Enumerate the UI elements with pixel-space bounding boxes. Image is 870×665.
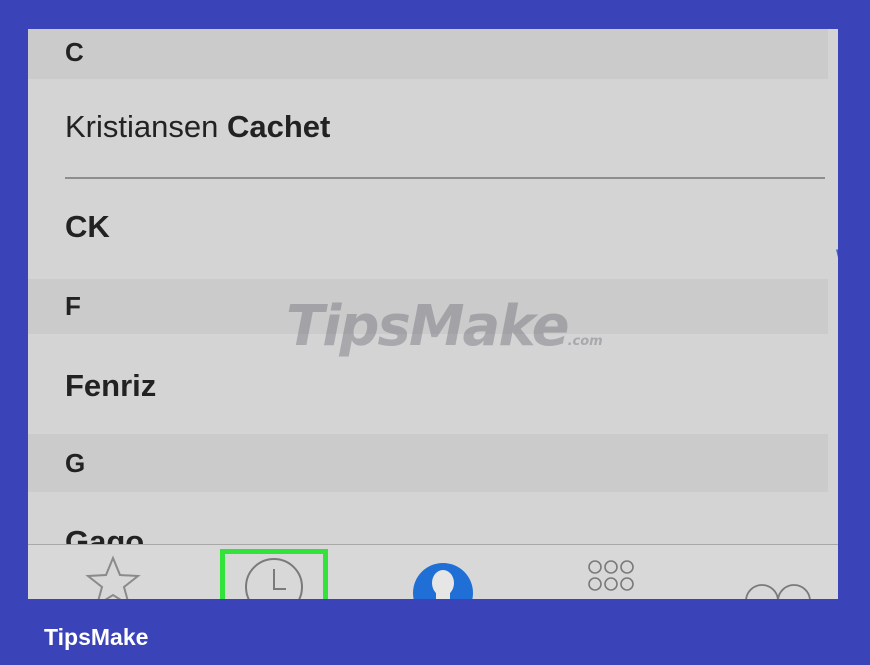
brand-label: TipsMake	[44, 624, 149, 650]
index-letter[interactable]: T	[834, 151, 838, 182]
section-label: G	[65, 448, 86, 478]
person-icon	[413, 563, 473, 599]
watermark-text: TipsMake	[286, 294, 570, 359]
index-letter[interactable]: Z	[834, 334, 838, 365]
index-letter[interactable]: V	[834, 212, 838, 243]
list-item[interactable]: CK	[28, 179, 828, 279]
tab-contacts[interactable]	[398, 545, 488, 599]
contact-name: Kristiansen Cachet	[65, 109, 330, 145]
contact-name: Fenriz	[65, 368, 157, 403]
tab-keypad[interactable]	[573, 545, 653, 599]
tab-bar	[28, 544, 838, 599]
list-item[interactable]: Kristiansen Cachet	[28, 79, 828, 177]
highlight-box	[220, 549, 328, 599]
index-letter[interactable]: X	[834, 273, 838, 304]
phone-screen: C Kristiansen Cachet CK F Fenriz G Gago	[28, 29, 838, 599]
image-frame: C Kristiansen Cachet CK F Fenriz G Gago	[0, 0, 870, 665]
index-letter[interactable]: W	[834, 243, 838, 274]
contact-last-name: Cachet	[226, 109, 331, 144]
watermark-suffix: .com	[567, 334, 603, 349]
index-letter[interactable]: Y	[834, 304, 838, 335]
contacts-list[interactable]: C Kristiansen Cachet CK F Fenriz G Gago	[28, 29, 828, 559]
keypad-icon	[588, 560, 634, 591]
tab-voicemail[interactable]	[733, 545, 823, 599]
alphabet-index[interactable]: P Q R S T U V W X Y Z #	[834, 29, 838, 395]
index-letter[interactable]: Q	[834, 60, 839, 91]
section-label: F	[65, 291, 81, 321]
index-letter[interactable]: #	[834, 365, 838, 396]
contact-name: CK	[65, 209, 110, 244]
section-label: C	[65, 37, 84, 67]
tab-favorites[interactable]	[68, 545, 158, 599]
index-letter[interactable]: U	[834, 182, 838, 213]
watermark: TipsMake.com	[286, 294, 603, 359]
index-letter[interactable]: P	[834, 29, 838, 60]
contact-first-name: Kristiansen	[65, 109, 227, 144]
voicemail-icon	[745, 584, 811, 599]
index-letter[interactable]: S	[834, 121, 838, 152]
index-letter[interactable]: R	[834, 90, 838, 121]
section-header-g: G	[28, 434, 828, 492]
star-icon	[85, 555, 141, 599]
section-header-c: C	[28, 29, 828, 79]
list-item[interactable]: Gago	[28, 492, 828, 559]
